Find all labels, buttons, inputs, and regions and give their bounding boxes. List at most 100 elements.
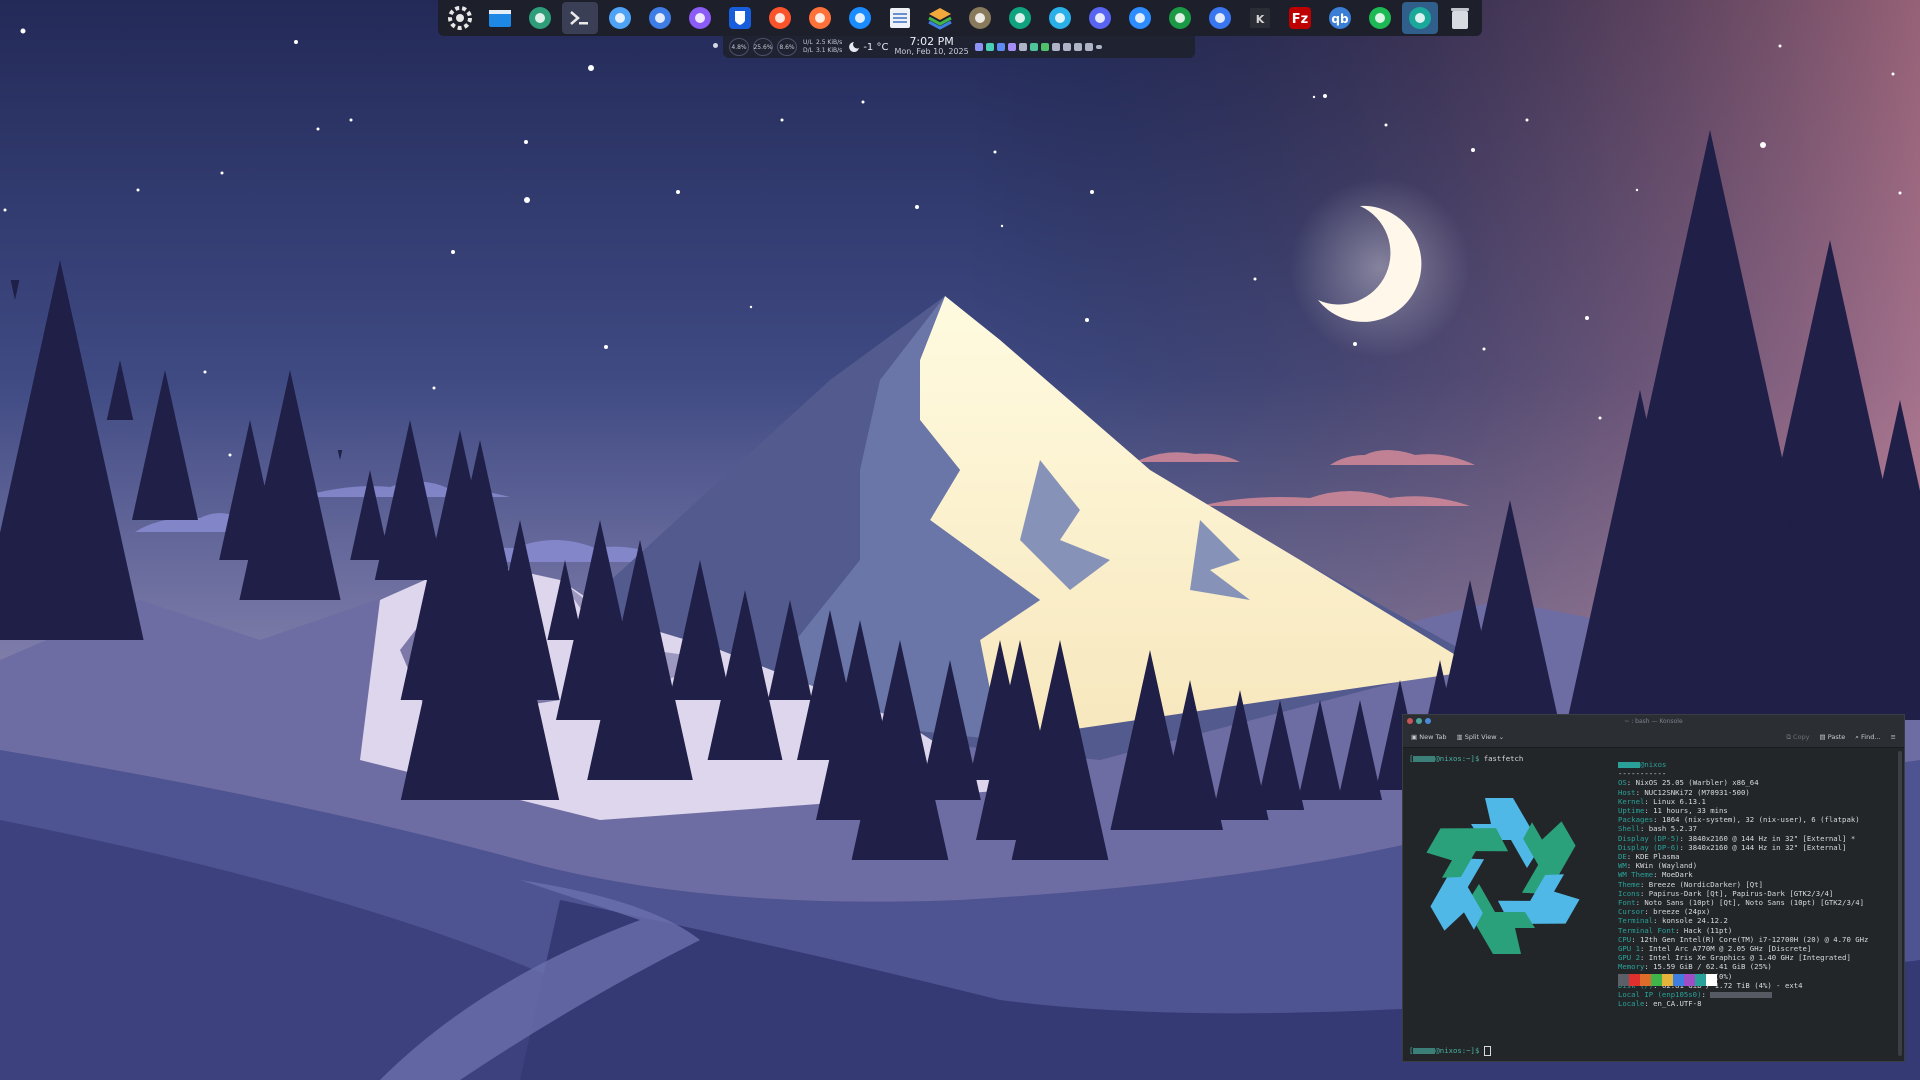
fetch-key: WM Theme [1618, 870, 1654, 880]
phone-icon[interactable] [1073, 43, 1082, 51]
close-button[interactable] [1407, 718, 1413, 724]
terminal-output[interactable]: [@nixos:~]$ fastfetch @nixos -----------… [1403, 748, 1896, 1061]
fetch-key: Uptime [1618, 806, 1645, 816]
kde-discover-launcher[interactable] [602, 2, 638, 34]
obsidian-tray-icon[interactable] [1007, 43, 1016, 51]
svg-text:Fz: Fz [1292, 12, 1308, 27]
paste-button[interactable]: ▤ Paste [1820, 733, 1846, 742]
filezilla-launcher[interactable]: Fz [1282, 2, 1318, 34]
signal-icon [1209, 7, 1231, 29]
fetch-value: : KWin (Wayland) [1626, 861, 1698, 871]
messenger-tray-icon[interactable] [1040, 43, 1049, 51]
qbittorrent-icon: qb [1329, 7, 1351, 29]
palette-swatch [1662, 974, 1673, 986]
chevron-down-icon[interactable] [1095, 45, 1102, 49]
fetch-value: : KDE Plasma [1626, 852, 1680, 862]
terminal-prompt-line: [@nixos:~]$ fastfetch [1409, 754, 1524, 763]
fetch-key: CPU [1618, 934, 1632, 944]
system-settings-launcher[interactable] [442, 2, 478, 34]
fetch-info-row: Terminal: konsole 24.12.2 [1618, 916, 1888, 925]
kdenlive-launcher[interactable]: K [1242, 2, 1278, 34]
konsole-window[interactable]: ~ : bash — Konsole ▣ New Tab ▥ Split Vie… [1402, 714, 1905, 1062]
trash-launcher[interactable] [1442, 2, 1478, 34]
fetch-key: Memory [1618, 962, 1645, 972]
clock-time: 7:02 PM [909, 35, 954, 48]
fetch-info-row: GPU 1: Intel Arc A770M @ 2.05 GHz [Discr… [1618, 944, 1888, 953]
apps-grid-launcher[interactable] [642, 2, 678, 34]
nixos-logo [1426, 798, 1580, 954]
terminal-launcher[interactable] [562, 2, 598, 34]
hamburger-menu-icon[interactable]: ≡ [1891, 733, 1896, 742]
prompt-host: @nixos:~]$ [1435, 754, 1480, 763]
discord-tray-icon[interactable] [974, 43, 983, 51]
copy-button[interactable]: ⧉ Copy [1786, 733, 1809, 742]
split-view-button[interactable]: ▥ Split View ⌄ [1456, 733, 1504, 741]
find-button[interactable]: ⌕ Find... [1855, 733, 1880, 742]
minimize-button[interactable] [1416, 718, 1422, 724]
layers-app-icon [928, 8, 952, 30]
redacted-username [1413, 756, 1436, 762]
notes-launcher[interactable] [882, 2, 918, 34]
plugin-app-launcher[interactable] [522, 2, 558, 34]
fetch-key: Display (DP-5) [1618, 833, 1680, 843]
thunderbird-launcher[interactable] [842, 2, 878, 34]
messenger-launcher[interactable] [1162, 2, 1198, 34]
file-manager-launcher[interactable] [482, 2, 518, 34]
paste-label: Paste [1827, 732, 1846, 741]
window-titlebar[interactable]: ~ : bash — Konsole [1403, 715, 1904, 727]
fetch-key: Packages [1618, 815, 1654, 825]
spotify-icon [1369, 7, 1391, 29]
fetch-host: @nixos [1640, 760, 1667, 769]
fetch-info-row: OS: NixOS 25.05 (Warbler) x86_64 [1618, 778, 1888, 787]
svg-text:qb: qb [1331, 12, 1349, 26]
split-view-label: Split View [1464, 733, 1497, 741]
bitwarden-launcher[interactable] [722, 2, 758, 34]
fetch-key: Theme [1618, 879, 1640, 889]
chatgpt-tray-icon[interactable] [1029, 43, 1038, 51]
layers-app-launcher[interactable] [922, 2, 958, 34]
qbittorrent-launcher[interactable]: qb [1322, 2, 1358, 34]
kdenlive-icon: K [1250, 8, 1270, 28]
upload-rate: 2.5 KiB/s [815, 39, 843, 46]
signal-tray-icon[interactable] [996, 43, 1005, 51]
palette-swatch [1695, 974, 1706, 986]
fetch-info-row: Memory: 15.59 GiB / 62.41 GiB (25%) [1618, 962, 1888, 971]
discord-launcher[interactable] [1082, 2, 1118, 34]
redacted-username-2 [1413, 1048, 1436, 1054]
terminal-icon [570, 11, 588, 25]
file-manager-icon [489, 10, 511, 27]
app-dock: K Fz qb [438, 0, 1482, 36]
fetch-key: Font [1618, 898, 1636, 908]
fetch-info-row: Local IP (enp105s0): [1618, 990, 1888, 999]
fetch-value: : Breeze (NordicDarker) [Qt] [1639, 879, 1763, 889]
location-icon[interactable] [1062, 43, 1071, 51]
aperture-app-launcher[interactable] [1402, 2, 1438, 34]
fetch-info-row: Cursor: breeze (24px) [1618, 907, 1888, 916]
maximize-button[interactable] [1425, 718, 1431, 724]
firefox-launcher[interactable] [802, 2, 838, 34]
fetch-key: Kernel [1618, 796, 1645, 806]
terminal-scrollbar[interactable] [1898, 751, 1902, 1056]
chatgpt-launcher[interactable] [1002, 2, 1038, 34]
bitwarden-tray-icon[interactable] [985, 43, 994, 51]
digital-clock[interactable]: 7:02 PM Mon, Feb 10, 2025 [894, 35, 968, 57]
feather-app-launcher[interactable] [1042, 2, 1078, 34]
gimp-launcher[interactable] [962, 2, 998, 34]
display-icon[interactable] [1084, 43, 1093, 51]
signal-launcher[interactable] [1202, 2, 1238, 34]
fetch-key: Shell [1618, 824, 1640, 834]
spotify-launcher[interactable] [1362, 2, 1398, 34]
brave-launcher[interactable] [762, 2, 798, 34]
fetch-info-row: Display (DP-5): 3840x2160 @ 144 Hz in 32… [1618, 834, 1888, 843]
obsidian-launcher[interactable] [682, 2, 718, 34]
network-monitor[interactable]: U/L D/L 2.5 KiB/s 3.1 KiB/s [803, 39, 842, 55]
volume-icon[interactable] [1051, 43, 1060, 51]
trash-icon [1451, 8, 1469, 29]
fetch-value: : Papirus-Dark [Qt], Papirus-Dark [GTK2/… [1639, 888, 1834, 898]
new-tab-button[interactable]: ▣ New Tab [1411, 733, 1446, 741]
zoom-launcher[interactable] [1122, 2, 1158, 34]
weather-widget[interactable]: -1 °C [848, 41, 888, 53]
system-monitor[interactable]: 4.8% 25.6% 8.6% [729, 38, 797, 56]
fetch-value: : 3840x2160 @ 144 Hz in 32" [External] [1679, 842, 1847, 852]
apps-tray-icon[interactable] [1018, 43, 1027, 51]
